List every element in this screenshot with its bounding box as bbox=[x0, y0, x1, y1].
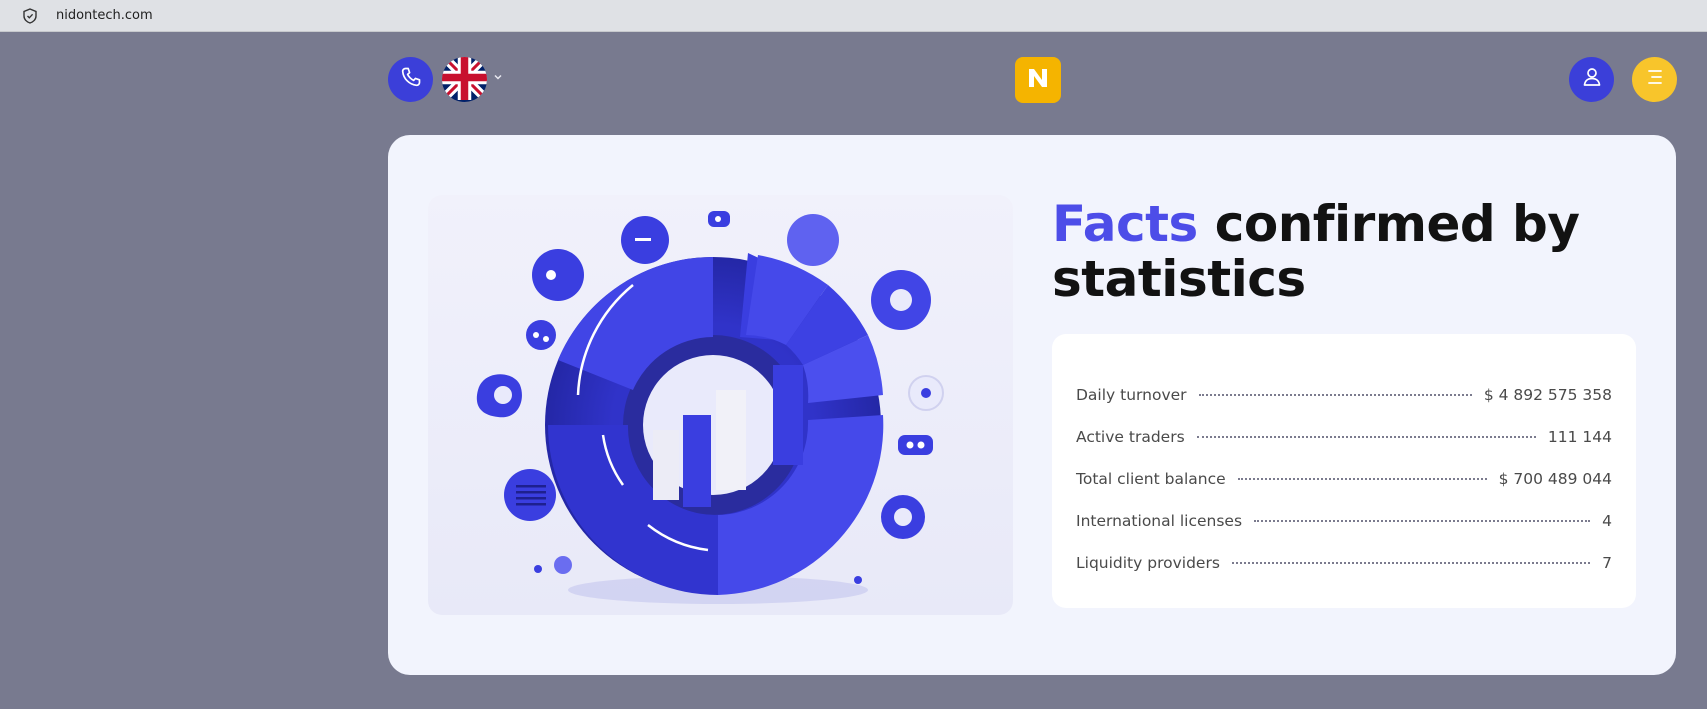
statistics-list: Daily turnover $ 4 892 575 358 Active tr… bbox=[1052, 334, 1636, 608]
browser-address-bar[interactable]: nidontech.com bbox=[0, 0, 1707, 32]
dotted-leader bbox=[1231, 562, 1591, 564]
dotted-leader bbox=[1237, 478, 1487, 480]
stat-label: Total client balance bbox=[1076, 470, 1226, 488]
url-text[interactable]: nidontech.com bbox=[56, 8, 153, 23]
stat-row-international-licenses: International licenses 4 bbox=[1076, 500, 1612, 542]
stat-row-total-client-balance: Total client balance $ 700 489 044 bbox=[1076, 458, 1612, 500]
user-account-button[interactable] bbox=[1569, 57, 1614, 102]
stat-row-daily-turnover: Daily turnover $ 4 892 575 358 bbox=[1076, 374, 1612, 416]
heading-accent: Facts bbox=[1052, 195, 1198, 253]
logo-n-icon bbox=[1025, 65, 1051, 96]
stat-label: Active traders bbox=[1076, 428, 1185, 446]
dotted-leader bbox=[1198, 394, 1472, 396]
stat-row-liquidity-providers: Liquidity providers 7 bbox=[1076, 542, 1612, 584]
menu-icon bbox=[1644, 66, 1666, 93]
statistics-illustration bbox=[428, 195, 1013, 615]
stat-value: 4 bbox=[1602, 512, 1612, 530]
stat-row-active-traders: Active traders 111 144 bbox=[1076, 416, 1612, 458]
facts-heading: Facts confirmed by statistics bbox=[1052, 197, 1612, 307]
stat-label: Liquidity providers bbox=[1076, 554, 1220, 572]
facts-card: Facts confirmed by statistics Daily turn… bbox=[388, 135, 1676, 675]
menu-button[interactable] bbox=[1632, 57, 1677, 102]
dotted-leader bbox=[1254, 520, 1591, 522]
phone-button[interactable] bbox=[388, 57, 433, 102]
stat-value: 111 144 bbox=[1547, 428, 1612, 446]
stat-value: 7 bbox=[1602, 554, 1612, 572]
stat-value: $ 700 489 044 bbox=[1498, 470, 1612, 488]
stat-label: Daily turnover bbox=[1076, 386, 1187, 404]
stat-label: International licenses bbox=[1076, 512, 1243, 530]
user-icon bbox=[1580, 65, 1604, 94]
language-flag-button[interactable] bbox=[442, 57, 487, 102]
chevron-down-icon[interactable] bbox=[492, 70, 504, 82]
site-logo[interactable] bbox=[1015, 57, 1061, 103]
dotted-leader bbox=[1196, 436, 1536, 438]
stat-value: $ 4 892 575 358 bbox=[1483, 386, 1612, 404]
uk-flag-icon bbox=[442, 57, 487, 102]
shield-icon[interactable] bbox=[22, 7, 38, 24]
phone-icon bbox=[399, 65, 423, 94]
